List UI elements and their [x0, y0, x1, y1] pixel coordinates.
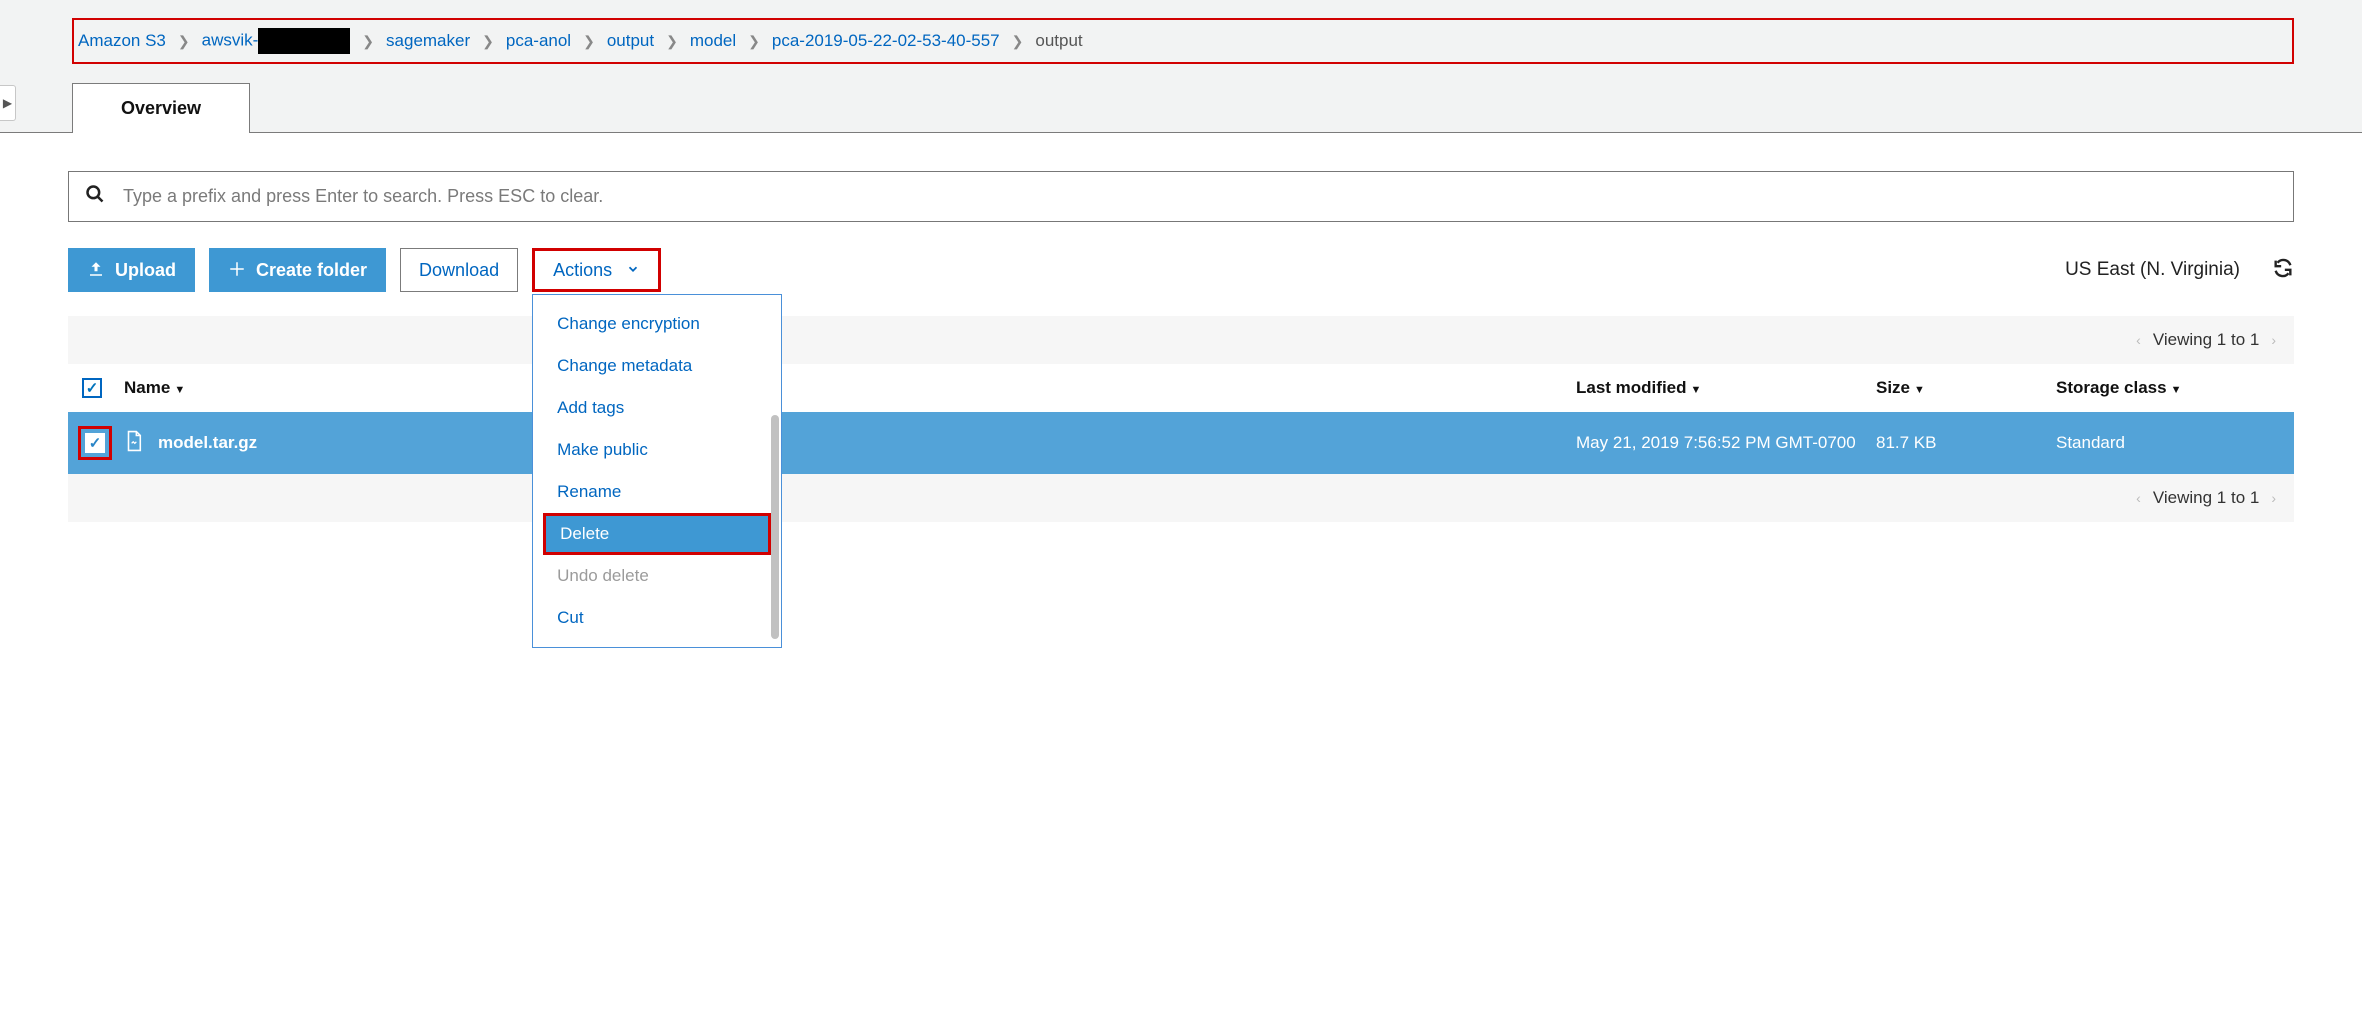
breadcrumb-item[interactable]: output [607, 31, 654, 51]
refresh-button[interactable] [2272, 257, 2294, 284]
viewing-range-bottom: Viewing 1 to 1 [2153, 488, 2259, 508]
file-size: 81.7 KB [1876, 433, 2056, 453]
create-folder-button[interactable]: Create folder [209, 248, 386, 292]
menu-change-encryption[interactable]: Change encryption [533, 303, 781, 345]
table-header: Name ▼ Last modified ▼ Size ▼ Storage class… [68, 364, 2294, 412]
actions-button[interactable]: Actions [532, 248, 661, 292]
refresh-icon [2272, 257, 2294, 279]
breadcrumb-item[interactable]: pca-2019-05-22-02-53-40-557 [772, 31, 1000, 51]
col-size-header[interactable]: Size ▼ [1876, 378, 1925, 397]
breadcrumb-item[interactable]: model [690, 31, 736, 51]
file-icon [124, 430, 144, 457]
region-label: US East (N. Virginia) [2065, 259, 2240, 281]
search-icon [85, 184, 105, 209]
sort-caret-icon: ▼ [2171, 384, 2182, 396]
col-class-label: Storage class [2056, 378, 2167, 397]
sort-caret-icon: ▼ [1691, 384, 1702, 396]
file-class: Standard [2056, 433, 2276, 453]
list-pager-top: ‹ Viewing 1 to 1 › [68, 316, 2294, 364]
menu-make-public[interactable]: Make public [533, 429, 781, 471]
row-checkbox[interactable] [85, 433, 105, 453]
create-folder-label: Create folder [256, 261, 367, 279]
upload-button[interactable]: Upload [68, 248, 195, 292]
chevron-left-icon[interactable]: ‹ [2136, 490, 2141, 506]
upload-icon [87, 260, 105, 281]
viewing-range-top: Viewing 1 to 1 [2153, 330, 2259, 350]
chevron-right-icon: ❯ [1006, 33, 1030, 50]
file-modified: May 21, 2019 7:56:52 PM GMT-0700 [1576, 433, 1876, 453]
menu-cut[interactable]: Cut [533, 597, 781, 639]
table-row[interactable]: model.tar.gz May 21, 2019 7:56:52 PM GMT… [68, 412, 2294, 474]
breadcrumb-item[interactable]: pca-anol [506, 31, 571, 51]
tab-overview[interactable]: Overview [72, 83, 250, 133]
col-name-label: Name [124, 378, 170, 397]
chevron-right-icon: ❯ [660, 33, 684, 50]
breadcrumb: Amazon S3 ❯ awsvik- ❯ sagemaker ❯ pca-an… [72, 18, 2294, 64]
tabs: Overview [0, 82, 2362, 133]
actions-label: Actions [553, 261, 612, 279]
chevron-left-icon[interactable]: ‹ [2136, 332, 2141, 348]
col-modified-label: Last modified [1576, 378, 1687, 397]
select-all-checkbox[interactable] [82, 378, 102, 398]
actions-dropdown: Change encryption Change metadata Add ta… [532, 294, 782, 648]
chevron-right-icon[interactable]: › [2271, 490, 2276, 506]
col-class-header[interactable]: Storage class ▼ [2056, 378, 2181, 397]
download-button[interactable]: Download [400, 248, 518, 292]
menu-undo-delete: Undo delete [533, 555, 781, 597]
sort-caret-icon: ▼ [1914, 384, 1925, 396]
search-bar [68, 171, 2294, 222]
menu-rename[interactable]: Rename [533, 471, 781, 513]
search-input[interactable] [123, 186, 2277, 207]
chevron-right-icon: ❯ [172, 33, 196, 50]
chevron-down-icon [626, 261, 640, 279]
chevron-right-icon: ❯ [577, 33, 601, 50]
col-name-header[interactable]: Name ▼ [124, 378, 185, 397]
col-modified-header[interactable]: Last modified ▼ [1576, 378, 1701, 397]
chevron-right-icon: ❯ [742, 33, 766, 50]
download-label: Download [419, 261, 499, 279]
breadcrumb-current: output [1035, 31, 1082, 51]
breadcrumb-bucket-label[interactable]: awsvik- [202, 30, 259, 49]
chevron-right-icon[interactable]: › [2271, 332, 2276, 348]
panel-expand-handle[interactable]: ▶ [0, 85, 16, 121]
chevron-right-icon: ❯ [476, 33, 500, 50]
sort-caret-icon: ▼ [174, 384, 185, 396]
col-size-label: Size [1876, 378, 1910, 397]
menu-delete[interactable]: Delete [543, 513, 771, 555]
breadcrumb-root[interactable]: Amazon S3 [78, 31, 166, 51]
menu-change-metadata[interactable]: Change metadata [533, 345, 781, 387]
menu-add-tags[interactable]: Add tags [533, 387, 781, 429]
row-checkbox-highlight [78, 426, 112, 460]
file-name[interactable]: model.tar.gz [158, 433, 257, 453]
list-pager-bottom: ‹ Viewing 1 to 1 › [68, 474, 2294, 522]
chevron-right-icon: ❯ [356, 33, 380, 50]
breadcrumb-bucket[interactable]: awsvik- [202, 28, 351, 54]
plus-icon [228, 260, 246, 281]
dropdown-scrollbar[interactable] [771, 415, 779, 639]
redacted-region [258, 28, 350, 54]
upload-label: Upload [115, 261, 176, 279]
breadcrumb-item[interactable]: sagemaker [386, 31, 470, 51]
